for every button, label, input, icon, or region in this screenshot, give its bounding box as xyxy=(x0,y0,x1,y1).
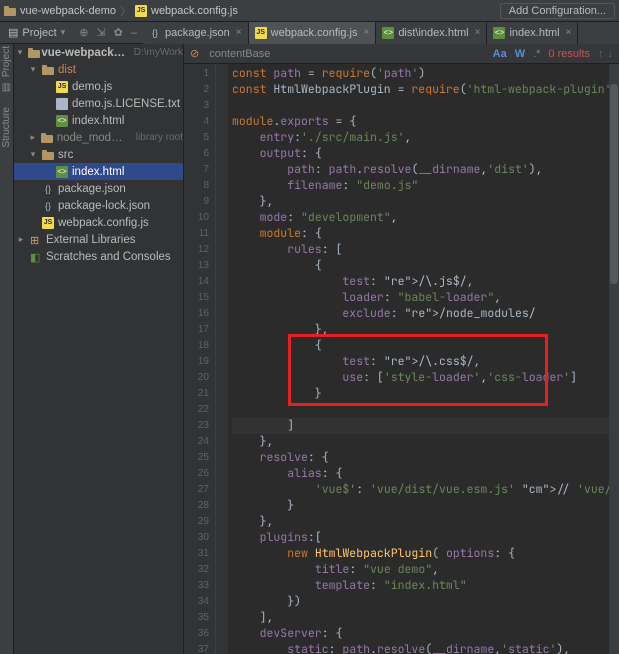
tab-package-json[interactable]: package.json × xyxy=(143,22,249,44)
select-opened-icon[interactable]: ⊕ xyxy=(79,26,88,39)
library-icon xyxy=(30,234,42,246)
tree-node-modules[interactable]: ▸ node_modules library root xyxy=(14,129,183,146)
editor-breadcrumb: ⊘ contentBase Aa W .* 0 results ↑ ↓ xyxy=(184,44,619,64)
collapse-icon[interactable]: ⇲ xyxy=(96,26,105,39)
close-icon[interactable]: × xyxy=(475,27,481,38)
tree-src[interactable]: ▾ src xyxy=(14,146,183,163)
tree-dist[interactable]: ▾ dist xyxy=(14,61,183,78)
tree-demo-js[interactable]: demo.js xyxy=(14,78,183,95)
close-icon[interactable]: × xyxy=(566,27,572,38)
project-tree[interactable]: ▾ vue-webpack-demo D:\myWork ▾ dist demo… xyxy=(14,44,184,654)
html-file-icon xyxy=(56,115,68,127)
hide-icon[interactable]: – xyxy=(131,27,137,39)
search-prev-icon[interactable]: ↑ xyxy=(598,48,604,60)
project-name: vue-webpack-demo xyxy=(20,5,116,17)
project-dropdown-label: Project xyxy=(22,27,56,39)
ide-window: vue-webpack-demo 〉 webpack.config.js Add… xyxy=(0,0,619,654)
html-file-icon xyxy=(493,27,505,39)
js-file-icon xyxy=(42,217,54,229)
editor-tabs: package.json × webpack.config.js × dist\… xyxy=(143,22,619,44)
tree-src-index-html[interactable]: index.html xyxy=(14,163,183,180)
breadcrumb-sep: 〉 xyxy=(120,3,131,19)
tree-package-json[interactable]: package.json xyxy=(14,180,183,197)
json-file-icon xyxy=(149,27,161,39)
json-file-icon xyxy=(42,200,54,212)
tree-scratches[interactable]: Scratches and Consoles xyxy=(14,248,183,265)
js-file-icon xyxy=(56,81,68,93)
tree-root[interactable]: ▾ vue-webpack-demo D:\myWork xyxy=(14,44,183,61)
tree-webpack-config[interactable]: webpack.config.js xyxy=(14,214,183,231)
folder-icon xyxy=(28,48,37,58)
code-area[interactable]: 1234567891011121314151617181920212223242… xyxy=(184,64,619,654)
fold-column[interactable] xyxy=(216,64,228,654)
words-toggle[interactable]: W xyxy=(515,48,525,60)
html-file-icon xyxy=(56,166,68,178)
scrollbar-thumb[interactable] xyxy=(610,84,618,284)
tab-label: index.html xyxy=(509,27,559,39)
breadcrumb-item[interactable]: contentBase xyxy=(209,48,270,60)
js-file-icon xyxy=(255,27,267,39)
folder-icon xyxy=(42,150,54,160)
current-file: webpack.config.js xyxy=(151,5,238,17)
folder-icon xyxy=(41,133,52,143)
add-configuration-button[interactable]: Add Configuration... xyxy=(500,3,615,19)
vertical-scrollbar[interactable] xyxy=(609,64,619,654)
tree-external-libraries[interactable]: ▸ External Libraries xyxy=(14,231,183,248)
toolbar: ▤ Project ▾ ⊕ ⇲ ✿ – package.json × webpa… xyxy=(0,22,619,44)
close-icon[interactable]: × xyxy=(236,27,242,38)
folder-icon xyxy=(4,6,16,16)
json-file-icon xyxy=(42,183,54,195)
code-content[interactable]: const path = require('path')const HtmlWe… xyxy=(228,64,619,654)
chevron-down-icon: ▾ xyxy=(61,27,66,38)
regex-toggle[interactable]: .* xyxy=(533,48,540,60)
navbar: vue-webpack-demo 〉 webpack.config.js Add… xyxy=(0,0,619,22)
settings-icon[interactable]: ✿ xyxy=(114,26,123,39)
tree-dist-index-html[interactable]: index.html xyxy=(14,112,183,129)
tab-label: package.json xyxy=(165,27,230,39)
line-number-gutter: 1234567891011121314151617181920212223242… xyxy=(184,64,216,654)
tree-package-lock[interactable]: package-lock.json xyxy=(14,197,183,214)
left-tool-strip: ▤ Project Structure xyxy=(0,44,14,654)
navbar-breadcrumb[interactable]: vue-webpack-demo 〉 webpack.config.js xyxy=(4,3,238,19)
search-results-count: 0 results xyxy=(548,48,590,60)
tab-index-html[interactable]: index.html × xyxy=(487,22,578,44)
search-next-icon[interactable]: ↓ xyxy=(608,48,614,60)
match-case-toggle[interactable]: Aa xyxy=(493,48,507,60)
txt-file-icon xyxy=(56,98,68,110)
tab-label: webpack.config.js xyxy=(271,27,358,39)
tree-demo-license[interactable]: demo.js.LICENSE.txt xyxy=(14,95,183,112)
editor: ⊘ contentBase Aa W .* 0 results ↑ ↓ 1234… xyxy=(184,44,619,654)
tab-dist-index[interactable]: dist\index.html × xyxy=(376,22,487,44)
html-file-icon xyxy=(382,27,394,39)
project-dropdown[interactable]: ▤ Project ▾ xyxy=(0,26,73,39)
close-icon[interactable]: × xyxy=(363,27,369,38)
sidebar-tab-structure[interactable]: Structure xyxy=(1,107,12,148)
tab-webpack-config[interactable]: webpack.config.js × xyxy=(249,22,377,44)
breadcrumb-module-icon[interactable]: ⊘ xyxy=(190,47,199,60)
sidebar-tab-project[interactable]: ▤ Project xyxy=(1,46,12,93)
tab-label: dist\index.html xyxy=(398,27,468,39)
js-file-icon xyxy=(135,5,147,17)
folder-icon xyxy=(42,65,54,75)
scratch-icon xyxy=(30,251,42,263)
main-area: ▤ Project Structure ▾ vue-webpack-demo D… xyxy=(0,44,619,654)
